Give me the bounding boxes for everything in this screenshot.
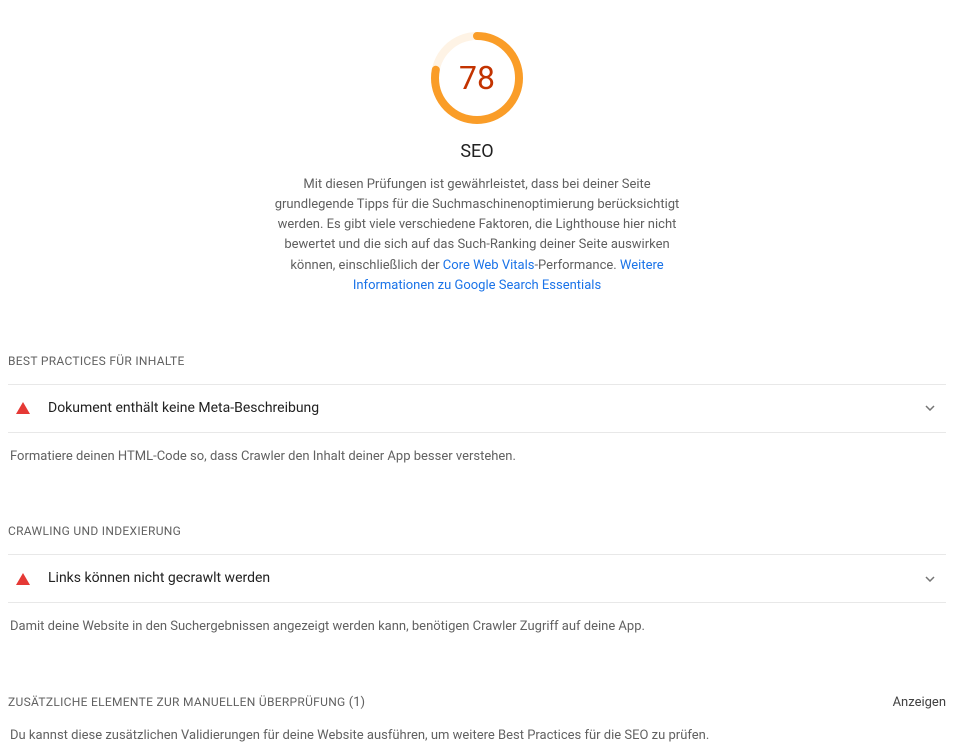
section-title: ZUSÄTZLICHE ELEMENTE ZUR MANUELLEN ÜBERP… (8, 695, 346, 709)
audit-label: Links können nicht gecrawlt werden (48, 568, 922, 589)
section-count: (1) (349, 695, 365, 710)
audit-label: Dokument enthält keine Meta-Beschreibung (48, 398, 922, 419)
section-note: Du kannst diese zusätzlichen Validierung… (8, 726, 946, 746)
category-description: Mit diesen Prüfungen ist gewährleistet, … (267, 175, 687, 296)
score-gauge: 78 (267, 30, 687, 126)
section-note: Damit deine Website in den Suchergebniss… (8, 617, 946, 637)
section-note: Formatiere deinen HTML-Code so, dass Cra… (8, 447, 946, 467)
section-title: CRAWLING UND INDEXIERUNG (8, 522, 181, 540)
score-value: 78 (429, 30, 525, 126)
section-title: BEST PRACTICES FÜR INHALTE (8, 352, 185, 370)
score-summary: 78 SEO Mit diesen Prüfungen ist gewährle… (267, 0, 687, 296)
core-web-vitals-link[interactable]: Core Web Vitals (443, 258, 535, 273)
fail-triangle-icon (16, 573, 30, 585)
section-manual: ZUSÄTZLICHE ELEMENTE ZUR MANUELLEN ÜBERP… (0, 693, 954, 746)
audit-crawlable-links[interactable]: Links können nicht gecrawlt werden (8, 554, 946, 603)
chevron-down-icon (922, 400, 938, 416)
section-best-practices: BEST PRACTICES FÜR INHALTE Dokument enth… (0, 352, 954, 467)
audit-meta-description[interactable]: Dokument enthält keine Meta-Beschreibung (8, 384, 946, 433)
show-button[interactable]: Anzeigen (893, 693, 946, 713)
category-title: SEO (267, 138, 687, 165)
fail-triangle-icon (16, 402, 30, 414)
chevron-down-icon (922, 571, 938, 587)
desc-text-mid: -Performance. (534, 258, 619, 273)
section-crawling: CRAWLING UND INDEXIERUNG Links können ni… (0, 522, 954, 637)
